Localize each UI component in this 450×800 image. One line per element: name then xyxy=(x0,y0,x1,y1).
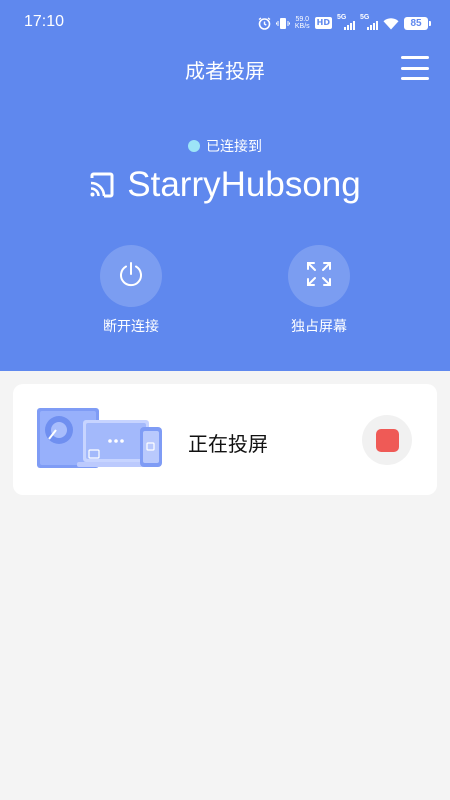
battery-icon: 85 xyxy=(404,16,431,30)
exclusive-screen-label: 独占屏幕 xyxy=(291,319,347,335)
casting-status: 正在投屏 xyxy=(188,432,268,456)
disconnect-button[interactable]: 断开连接 xyxy=(81,245,181,336)
menu-button[interactable] xyxy=(401,55,429,81)
menu-icon-bar xyxy=(401,56,429,59)
connected-dot xyxy=(188,140,200,152)
sim2-label: 5G xyxy=(360,14,370,21)
menu-icon-bar xyxy=(401,66,429,70)
disconnect-label: 断开连接 xyxy=(103,319,159,335)
status-icons: 59.0 KB/s HD 5G 5G 85 xyxy=(258,14,431,32)
net-speed-unit: KB/s xyxy=(294,23,310,30)
power-icon xyxy=(117,260,145,292)
stop-casting-button[interactable] xyxy=(362,415,412,465)
alarm-icon xyxy=(258,16,271,30)
disconnect-circle[interactable] xyxy=(100,245,162,307)
net-speed: 59.0 KB/s xyxy=(295,16,310,30)
page-title: 成者投屏 xyxy=(185,59,265,83)
expand-icon xyxy=(306,261,332,291)
connection-status-text: 已连接到 xyxy=(206,139,262,155)
devices-illustration xyxy=(37,406,163,476)
status-bar: 17:10 59.0 KB/s HD 5G 5G 85 xyxy=(0,0,450,46)
sim1-signal-icon: 5G xyxy=(337,14,355,31)
device-row: StarryHubsong xyxy=(0,165,450,205)
status-time: 17:10 xyxy=(24,13,65,30)
sim2-signal-icon: 5G xyxy=(360,14,378,31)
stop-icon xyxy=(375,428,399,452)
casting-card: 正在投屏 xyxy=(13,384,437,495)
exclusive-screen-circle[interactable] xyxy=(288,245,350,307)
device-name: StarryHubsong xyxy=(127,165,361,204)
wifi-icon xyxy=(383,17,399,30)
menu-icon-bar xyxy=(401,77,429,80)
sim1-label: 5G xyxy=(337,14,347,21)
net-speed-value: 59.0 xyxy=(295,16,310,23)
exclusive-screen-button[interactable]: 独占屏幕 xyxy=(269,245,369,336)
cast-icon xyxy=(89,172,115,198)
header: 17:10 59.0 KB/s HD 5G 5G 85 成者投屏 已连接到 St… xyxy=(0,0,450,371)
hd-badge: HD xyxy=(314,17,332,29)
vibrate-icon xyxy=(275,17,290,30)
connection-status: 已连接到 xyxy=(0,136,450,156)
